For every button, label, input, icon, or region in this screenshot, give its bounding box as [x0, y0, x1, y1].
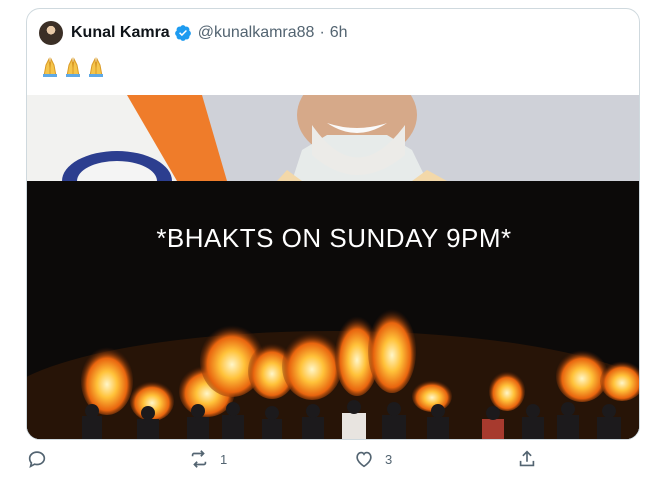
separator-dot: · — [319, 24, 325, 41]
fire-breathers-illustration — [27, 181, 639, 439]
tweet-actions: 1 3 — [26, 448, 640, 478]
tweet-card[interactable]: Kunal Kamra @kunalkamra88 · 6h *BHAKTS O… — [26, 8, 640, 440]
share-icon — [519, 450, 535, 467]
tweet-text — [39, 53, 108, 79]
media-top-photo — [27, 95, 639, 181]
folded-hands-emoji-icon — [43, 56, 57, 77]
folded-hands-emoji-icon — [89, 56, 103, 77]
heart-icon — [356, 451, 372, 468]
author-name[interactable]: Kunal Kamra — [71, 24, 170, 42]
retweet-count: 1 — [220, 451, 228, 467]
reply-button[interactable] — [26, 448, 58, 470]
tweet-media-image[interactable]: *BHAKTS ON SUNDAY 9PM* — [27, 95, 639, 439]
author-handle[interactable]: @kunalkamra88 — [198, 24, 315, 42]
retweet-icon — [191, 450, 207, 468]
tweet-timestamp[interactable]: 6h — [330, 24, 348, 42]
flag-and-portrait-illustration — [27, 95, 639, 181]
retweet-button[interactable]: 1 — [188, 448, 227, 470]
share-button[interactable] — [516, 448, 538, 470]
meme-caption: *BHAKTS ON SUNDAY 9PM* — [156, 223, 512, 253]
verified-badge-icon — [174, 25, 191, 41]
avatar[interactable] — [39, 21, 63, 45]
like-count: 3 — [385, 451, 393, 467]
reply-icon — [28, 451, 46, 468]
media-bottom-photo: *BHAKTS ON SUNDAY 9PM* — [27, 181, 639, 439]
like-button[interactable]: 3 — [353, 448, 392, 470]
tweet-header: Kunal Kamra @kunalkamra88 · 6h — [39, 21, 348, 45]
folded-hands-emoji-icon — [66, 56, 80, 77]
